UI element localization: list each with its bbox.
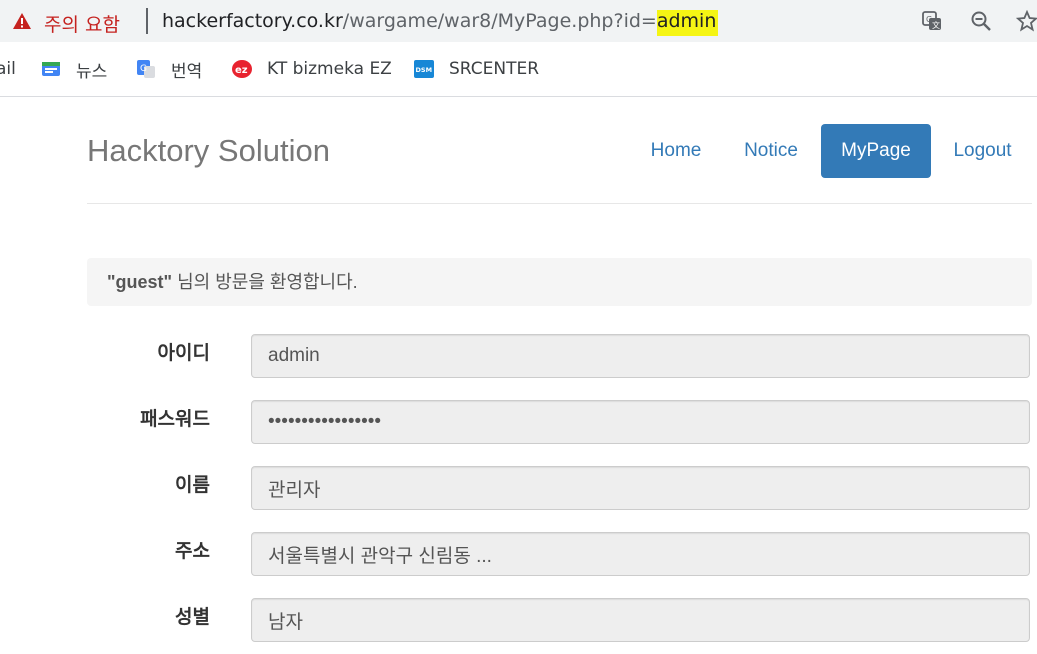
header-divider: [87, 203, 1032, 204]
bookmark-label: 번역: [171, 61, 203, 82]
form-row-id: 아이디: [87, 334, 1032, 380]
address-field[interactable]: [251, 532, 1030, 576]
form-row-password: 패스워드: [87, 400, 1032, 446]
bookmark-label: 뉴스: [76, 61, 108, 82]
address-label: 주소: [175, 541, 210, 562]
bookmark-kt-bizmeka[interactable]: ez KT bizmeka EZ: [231, 58, 392, 80]
welcome-username: "guest": [107, 272, 173, 292]
bookmark-srcenter[interactable]: DSM SRCENTER: [413, 58, 539, 80]
nav-logout-link[interactable]: Logout: [940, 124, 1025, 178]
form-row-name: 이름: [87, 466, 1032, 512]
url-path: /wargame/war8/MyPage.php?id=: [342, 10, 657, 32]
dsm-icon: DSM: [414, 60, 434, 78]
translate-icon[interactable]: G 文: [921, 10, 943, 32]
nav-notice-link[interactable]: Notice: [730, 124, 812, 178]
url-highlighted-param: admin: [656, 10, 719, 36]
svg-text:DSM: DSM: [416, 66, 433, 74]
welcome-text: 님의 방문을 환영합니다.: [172, 272, 358, 292]
password-label: 패스워드: [140, 409, 210, 430]
nav-mypage-link[interactable]: MyPage: [821, 124, 931, 178]
address-bar[interactable]: 주의 요함 hackerfactory.co.kr/wargame/war8/M…: [0, 0, 1037, 42]
bookmarks-bar: ail 뉴스 G 번역 ez KT bizmeka EZ DSM SRCENTE…: [0, 42, 1037, 97]
form-row-address: 주소: [87, 532, 1032, 578]
form-row-gender: 성별: [87, 598, 1032, 644]
security-warning-label[interactable]: 주의 요함: [44, 10, 120, 37]
ez-icon: ez: [232, 60, 252, 78]
address-separator: [146, 8, 148, 34]
google-translate-icon: G: [137, 60, 155, 78]
svg-text:ez: ez: [235, 65, 248, 76]
name-label: 이름: [175, 475, 210, 496]
bookmark-label: SRCENTER: [449, 59, 540, 79]
url-text[interactable]: hackerfactory.co.kr/wargame/war8/MyPage.…: [162, 10, 719, 36]
id-field[interactable]: [251, 334, 1030, 378]
site-brand[interactable]: Hacktory Solution: [87, 133, 330, 169]
nav-home-link[interactable]: Home: [634, 124, 718, 178]
name-field[interactable]: [251, 466, 1030, 510]
bookmark-label: KT bizmeka EZ: [267, 59, 392, 79]
warning-triangle-icon[interactable]: [12, 12, 32, 30]
bookmark-label: ail: [0, 59, 16, 79]
svg-text:文: 文: [932, 20, 940, 30]
welcome-message: "guest" 님의 방문을 환영합니다.: [87, 258, 1032, 306]
bookmark-translate[interactable]: G 번역: [135, 58, 203, 82]
zoom-icon[interactable]: [970, 10, 992, 32]
gender-label: 성별: [175, 607, 210, 628]
gender-field[interactable]: [251, 598, 1030, 642]
bookmark-gmail[interactable]: ail: [0, 58, 16, 80]
svg-text:G: G: [140, 64, 147, 74]
google-news-icon: [42, 62, 60, 76]
bookmark-star-icon[interactable]: [1016, 10, 1037, 32]
bookmark-news[interactable]: 뉴스: [40, 58, 108, 82]
password-field[interactable]: [251, 400, 1030, 444]
id-label: 아이디: [157, 343, 210, 364]
url-host: hackerfactory.co.kr: [162, 10, 343, 32]
